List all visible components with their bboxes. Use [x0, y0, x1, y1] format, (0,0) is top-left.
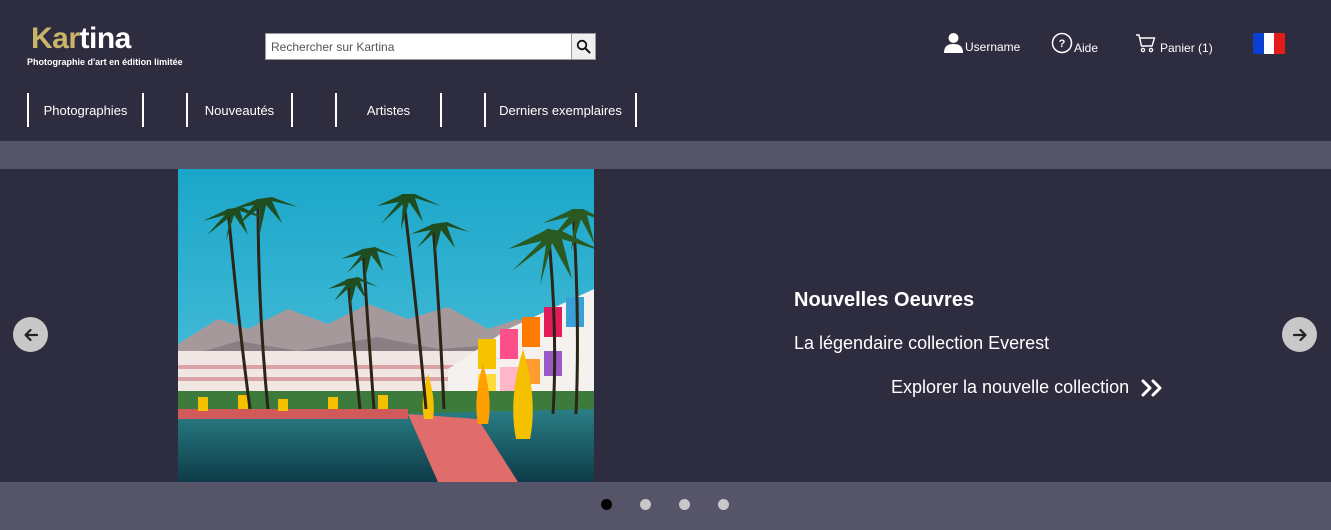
arrow-right-icon	[1292, 328, 1307, 341]
help-icon: ?	[1051, 32, 1073, 54]
arrow-left-icon	[23, 328, 38, 341]
nav-item-photographies[interactable]: Photographies	[27, 93, 144, 127]
hero-photo	[178, 169, 594, 482]
tagline: Photographie d'art en édition limitée	[27, 57, 183, 67]
hero-photo-illustration	[178, 169, 594, 482]
explore-collection-link[interactable]: Explorer la nouvelle collection	[891, 377, 1163, 398]
carousel-dot-1[interactable]	[601, 499, 612, 510]
user-link[interactable]: Username	[943, 32, 1020, 53]
carousel-dot-2[interactable]	[640, 499, 651, 510]
flag-fr-icon[interactable]	[1253, 33, 1286, 54]
carousel-prev-button[interactable]	[13, 317, 48, 352]
hero-title: Nouvelles Oeuvres	[794, 289, 975, 311]
search-bar	[265, 33, 596, 60]
hero-subtitle: La légendaire collection Everest	[794, 333, 1050, 353]
help-link[interactable]: ? Aide	[1051, 32, 1098, 54]
svg-text:?: ?	[1059, 38, 1066, 50]
logo[interactable]: Kartina	[31, 24, 131, 54]
double-chevron-right-icon	[1141, 379, 1162, 396]
carousel-dot-4[interactable]	[718, 499, 729, 510]
search-input[interactable]	[265, 33, 571, 60]
nav-item-nouveautes[interactable]: Nouveautés	[186, 93, 293, 127]
carousel-indicators	[601, 499, 757, 510]
cart-icon	[1136, 34, 1156, 53]
cart-link[interactable]: Panier (1)	[1135, 32, 1213, 54]
top-band	[0, 141, 1331, 169]
nav-item-derniers-exemplaires[interactable]: Derniers exemplaires	[484, 93, 637, 127]
explore-collection-label: Explorer la nouvelle collection	[891, 377, 1130, 397]
help-label: Aide	[1074, 41, 1099, 55]
cart-label: Panier (1)	[1160, 41, 1213, 55]
nav-item-artistes[interactable]: Artistes	[335, 93, 442, 127]
carousel-next-button[interactable]	[1282, 317, 1317, 352]
site-header: Kartina Photographie d'art en édition li…	[0, 0, 1331, 141]
search-icon	[576, 39, 591, 54]
user-icon	[944, 33, 963, 53]
user-label: Username	[965, 40, 1021, 54]
carousel-dot-3[interactable]	[679, 499, 690, 510]
search-button[interactable]	[571, 33, 596, 60]
